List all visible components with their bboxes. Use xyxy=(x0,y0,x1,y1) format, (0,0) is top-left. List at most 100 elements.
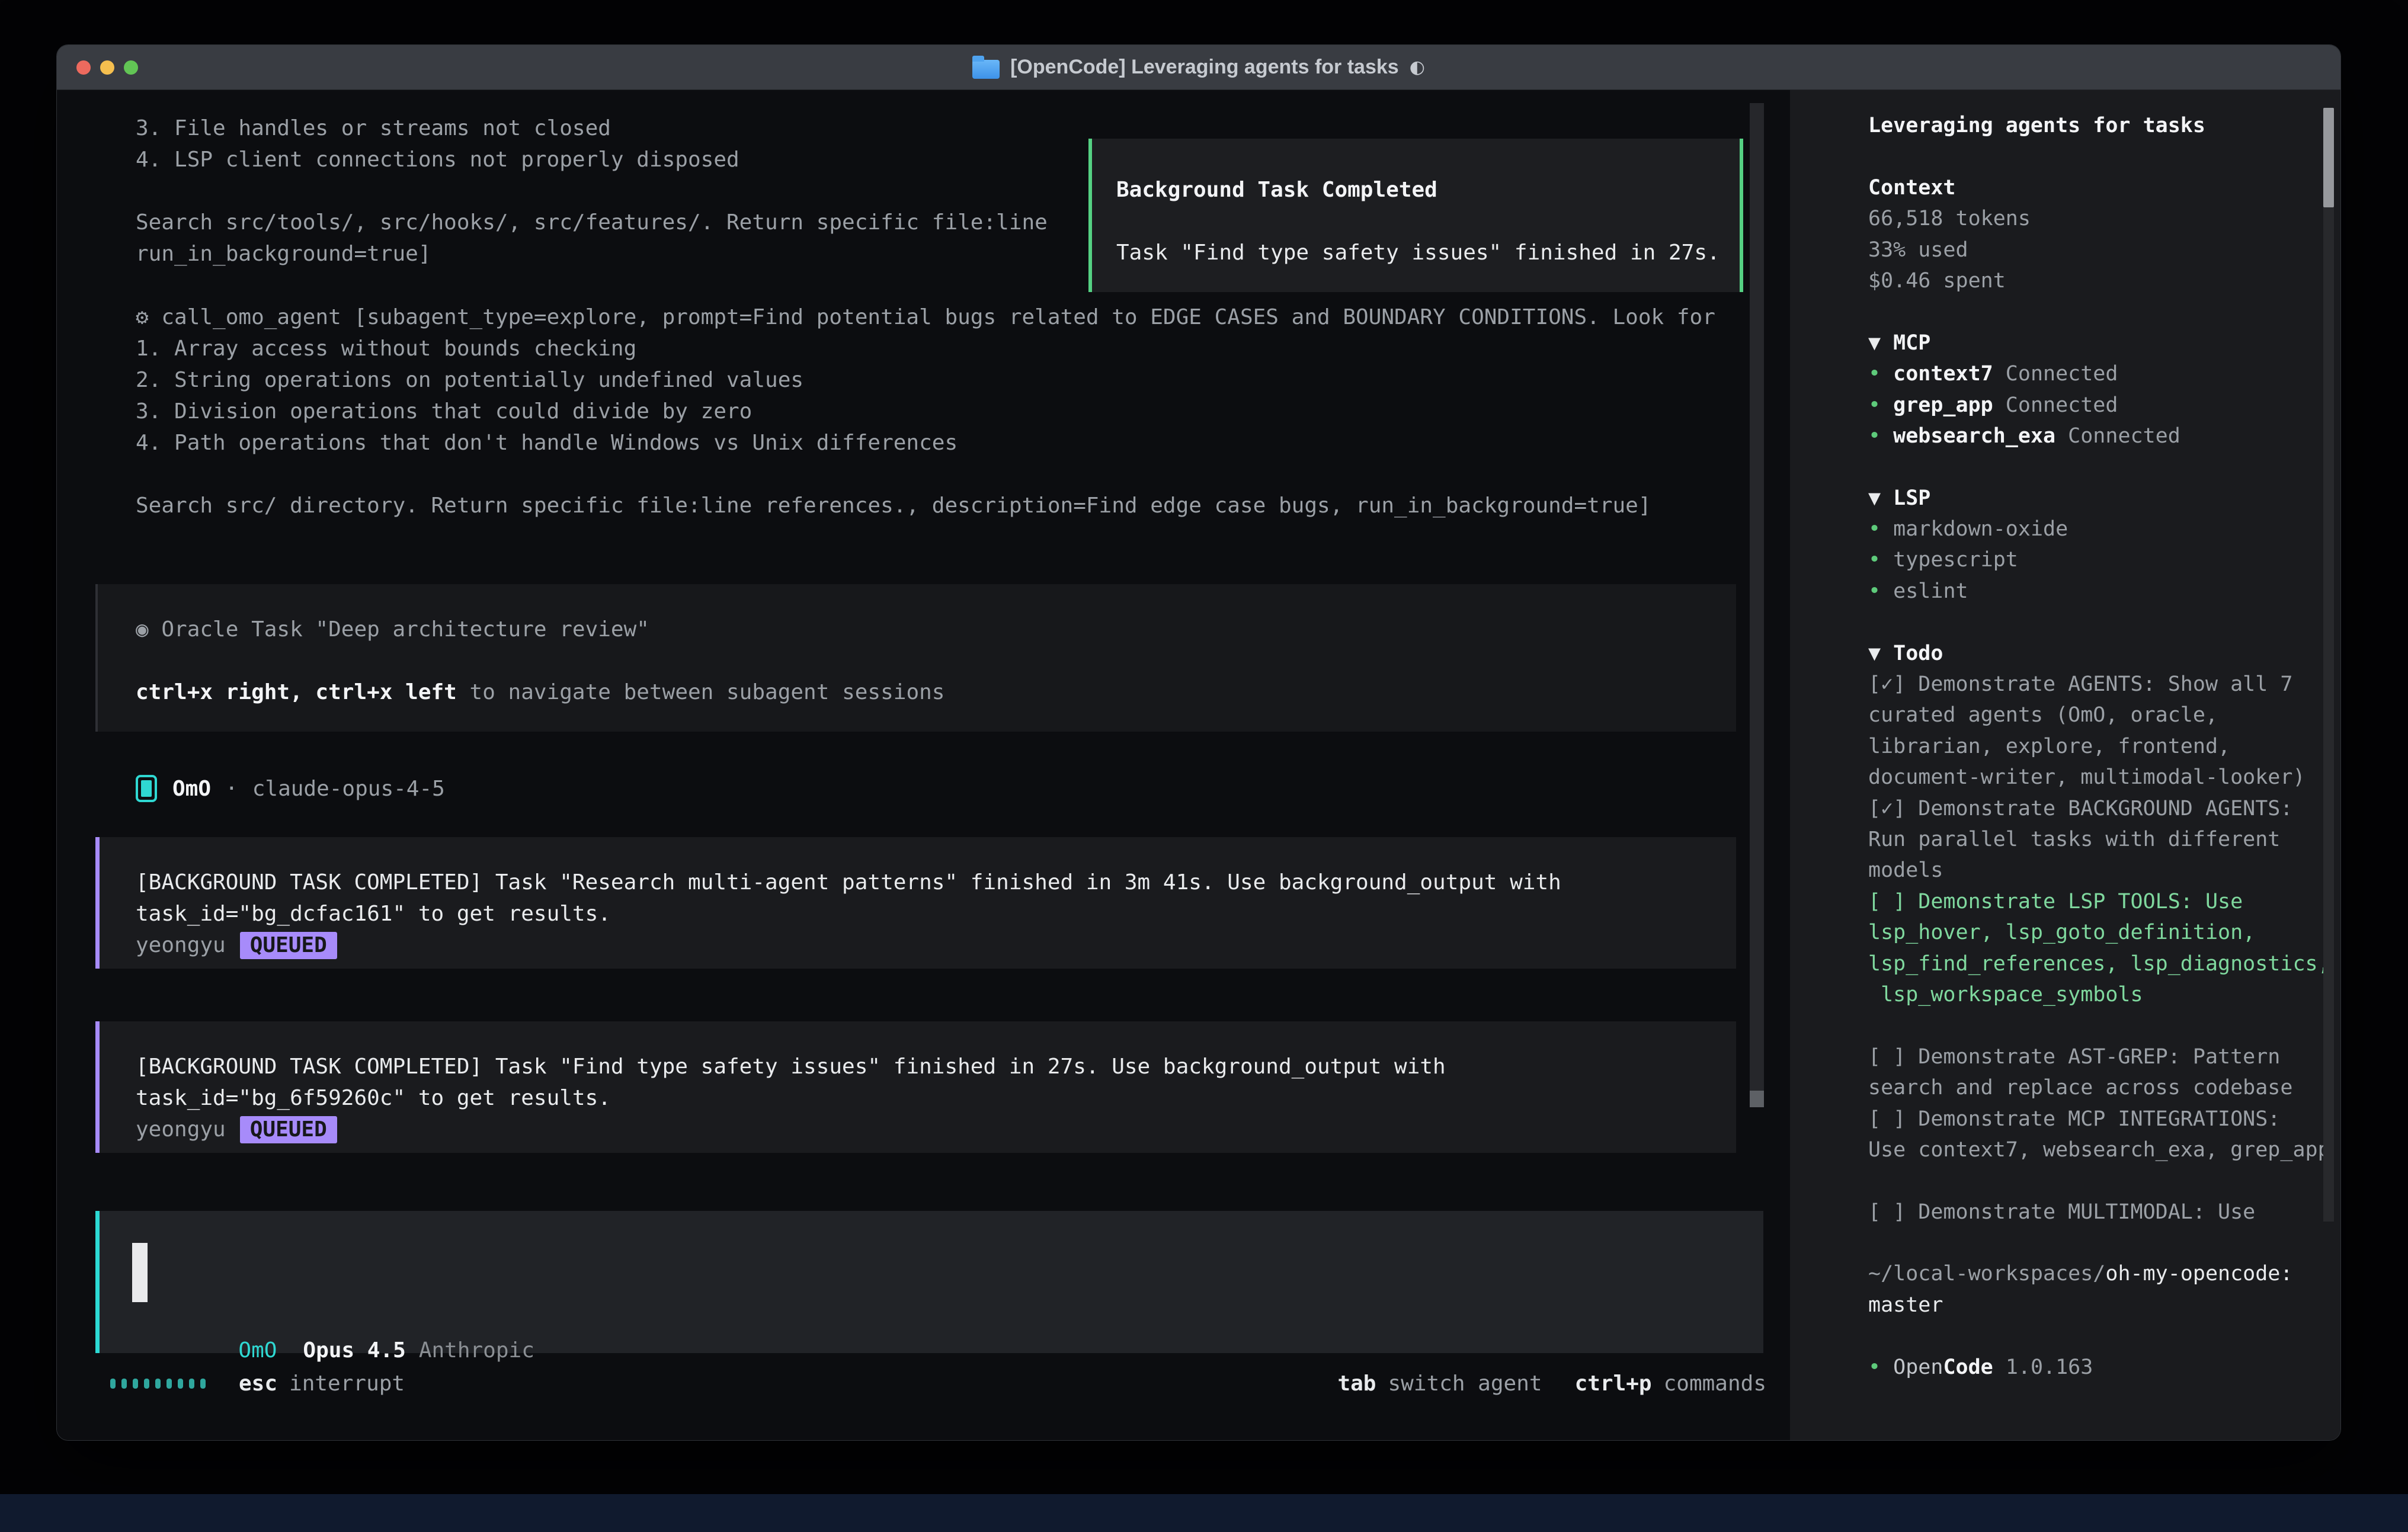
text-line: 66,518 tokens xyxy=(1868,203,2330,234)
message-line: [BACKGROUND TASK COMPLETED] Task "Resear… xyxy=(136,867,1736,898)
main-scrollbar-thumb[interactable] xyxy=(1750,1091,1764,1107)
oracle-task-panel[interactable]: ◉ Oracle Task "Deep architecture review"… xyxy=(95,584,1736,732)
text-line: [✓] Demonstrate BACKGROUND AGENTS: xyxy=(1868,793,2330,824)
text-line: Run parallel tasks with different xyxy=(1868,824,2330,855)
sidebar-scrollbar-track[interactable] xyxy=(2323,108,2334,1222)
desktop-wallpaper-band xyxy=(0,1494,2408,1532)
text-line xyxy=(136,459,1715,490)
text-line: • grep_app Connected xyxy=(1868,390,2330,421)
agent-header: OmO · claude-opus-4-5 xyxy=(136,774,445,803)
interrupt-spinner-dot xyxy=(166,1379,172,1389)
interrupt-spinner-dot xyxy=(200,1379,206,1389)
text-line: ▼ Todo xyxy=(1868,638,2330,669)
text-line: 2. String operations on potentially unde… xyxy=(136,364,1715,396)
text-line: curated agents (OmO, oracle, xyxy=(1868,700,2330,730)
scrollback-text: 3. File handles or streams not closed4. … xyxy=(136,113,1048,270)
notification-title: Background Task Completed xyxy=(1116,174,1437,206)
text-line: • context7 Connected xyxy=(1868,358,2330,389)
window-titlebar[interactable]: [OpenCode] Leveraging agents for tasks ◐ xyxy=(57,45,2340,90)
text-line: Search src/ directory. Return specific f… xyxy=(136,490,1715,521)
text-line: ◉ Oracle Task "Deep architecture review" xyxy=(136,614,1736,645)
text-line: Search src/tools/, src/hooks/, src/featu… xyxy=(136,207,1048,238)
text-line: ⚙ call_omo_agent [subagent_type=explore,… xyxy=(136,302,1715,333)
text-line: 4. LSP client connections not properly d… xyxy=(136,144,1048,175)
interrupt-spinner-dot xyxy=(144,1379,149,1389)
folder-icon xyxy=(972,60,1000,79)
background-task-message: [BACKGROUND TASK COMPLETED] Task "Resear… xyxy=(95,837,1736,969)
message-text: [BACKGROUND TASK COMPLETED] Task "Resear… xyxy=(136,870,1561,895)
text-line: master xyxy=(1868,1290,2330,1321)
text-line xyxy=(1868,1165,2330,1196)
text-line: document-writer, multimodal-looker) xyxy=(1868,762,2330,793)
message-line: [BACKGROUND TASK COMPLETED] Task "Find t… xyxy=(136,1051,1736,1082)
text-line: ctrl+x right, ctrl+x left to navigate be… xyxy=(136,677,1736,708)
text-line: 33% used xyxy=(1868,235,2330,265)
tool-call-text: ⚙ call_omo_agent [subagent_type=explore,… xyxy=(136,302,1715,521)
text-line: ~/local-workspaces/oh-my-opencode: xyxy=(1868,1258,2330,1289)
interrupt-spinner-dot xyxy=(155,1379,161,1389)
interrupt-spinner-dot xyxy=(110,1379,116,1389)
text-line: • OpenCode 1.0.163 xyxy=(1868,1352,2330,1383)
message-text: task_id="bg_dcfac161" to get results. xyxy=(136,902,611,926)
text-line: [ ] Demonstrate MCP INTEGRATIONS: xyxy=(1868,1104,2330,1134)
text-line: 3. File handles or streams not closed xyxy=(136,113,1048,144)
traffic-lights xyxy=(76,60,138,75)
text-line: lsp_hover, lsp_goto_definition, xyxy=(1868,917,2330,948)
text-line: Context xyxy=(1868,172,2330,203)
agent-model: claude-opus-4-5 xyxy=(252,777,445,801)
agent-separator: · xyxy=(225,777,238,801)
desktop: { "window": { "title": "[OpenCode] Lever… xyxy=(0,0,2408,1532)
status-bar: esc interrupt tab switch agent ctrl+p co… xyxy=(57,1367,1790,1400)
message-author: yeongyu xyxy=(136,1114,226,1145)
main-scrollbar-track[interactable] xyxy=(1750,103,1764,1107)
text-line: lsp_find_references, lsp_diagnostics, xyxy=(1868,948,2330,979)
message-meta: yeongyu QUEUED xyxy=(136,930,1736,961)
background-task-message: [BACKGROUND TASK COMPLETED] Task "Find t… xyxy=(95,1021,1736,1153)
text-line: $0.46 spent xyxy=(1868,265,2330,296)
text-line: [✓] Demonstrate AGENTS: Show all 7 xyxy=(1868,669,2330,700)
interrupt-spinner-dot xyxy=(121,1379,127,1389)
interrupt-spinner-dot xyxy=(178,1379,183,1389)
input-provider-name: Anthropic xyxy=(419,1338,534,1363)
interrupt-spinner-dot xyxy=(133,1379,138,1389)
text-line: • typescript xyxy=(1868,544,2330,575)
text-line xyxy=(1868,1321,2330,1351)
text-line: Use context7, websearch_exa, grep_app xyxy=(1868,1134,2330,1165)
text-line: models xyxy=(1868,855,2330,886)
status-right: tab switch agent ctrl+p commands xyxy=(1337,1367,1766,1400)
text-line: ▼ LSP xyxy=(1868,483,2330,514)
text-line xyxy=(1868,1227,2330,1258)
close-button[interactable] xyxy=(76,60,91,75)
queued-badge: QUEUED xyxy=(240,932,337,959)
text-line: • websearch_exa Connected xyxy=(1868,421,2330,451)
sidebar-text: Leveraging agents for tasksContext66,518… xyxy=(1868,110,2330,1383)
text-line: [ ] Demonstrate AST-GREP: Pattern xyxy=(1868,1041,2330,1072)
zoom-button[interactable] xyxy=(124,60,138,75)
text-line: [ ] Demonstrate MULTIMODAL: Use xyxy=(1868,1197,2330,1227)
status-left: esc interrupt xyxy=(110,1367,405,1400)
text-line: • markdown-oxide xyxy=(1868,514,2330,544)
queued-badge: QUEUED xyxy=(240,1116,337,1143)
window-title-group: [OpenCode] Leveraging agents for tasks ◐ xyxy=(57,45,2340,89)
message-meta: yeongyu QUEUED xyxy=(136,1114,1736,1145)
interrupt-spinner xyxy=(110,1379,212,1389)
text-line xyxy=(1868,296,2330,327)
session-sidebar: Leveraging agents for tasksContext66,518… xyxy=(1790,90,2341,1440)
text-line xyxy=(1868,141,2330,172)
text-line: 3. Division operations that could divide… xyxy=(136,396,1715,427)
message-line: task_id="bg_dcfac161" to get results. xyxy=(136,898,1736,930)
prompt-input[interactable]: OmOOpus 4.5Anthropic xyxy=(95,1211,1763,1353)
minimize-button[interactable] xyxy=(100,60,114,75)
esc-key-label: interrupt xyxy=(289,1371,405,1396)
text-line xyxy=(1868,607,2330,637)
half-circle-icon: ◐ xyxy=(1410,57,1425,78)
input-agent-name: OmO xyxy=(238,1338,277,1363)
text-cursor xyxy=(132,1243,148,1302)
text-line xyxy=(136,175,1048,207)
agent-icon xyxy=(136,775,157,802)
tab-key-hint: tab xyxy=(1337,1371,1376,1396)
terminal-window: [OpenCode] Leveraging agents for tasks ◐… xyxy=(56,44,2341,1441)
window-title: [OpenCode] Leveraging agents for tasks xyxy=(1010,56,1399,79)
sidebar-scrollbar-thumb[interactable] xyxy=(2323,108,2334,207)
message-author: yeongyu xyxy=(136,930,226,961)
